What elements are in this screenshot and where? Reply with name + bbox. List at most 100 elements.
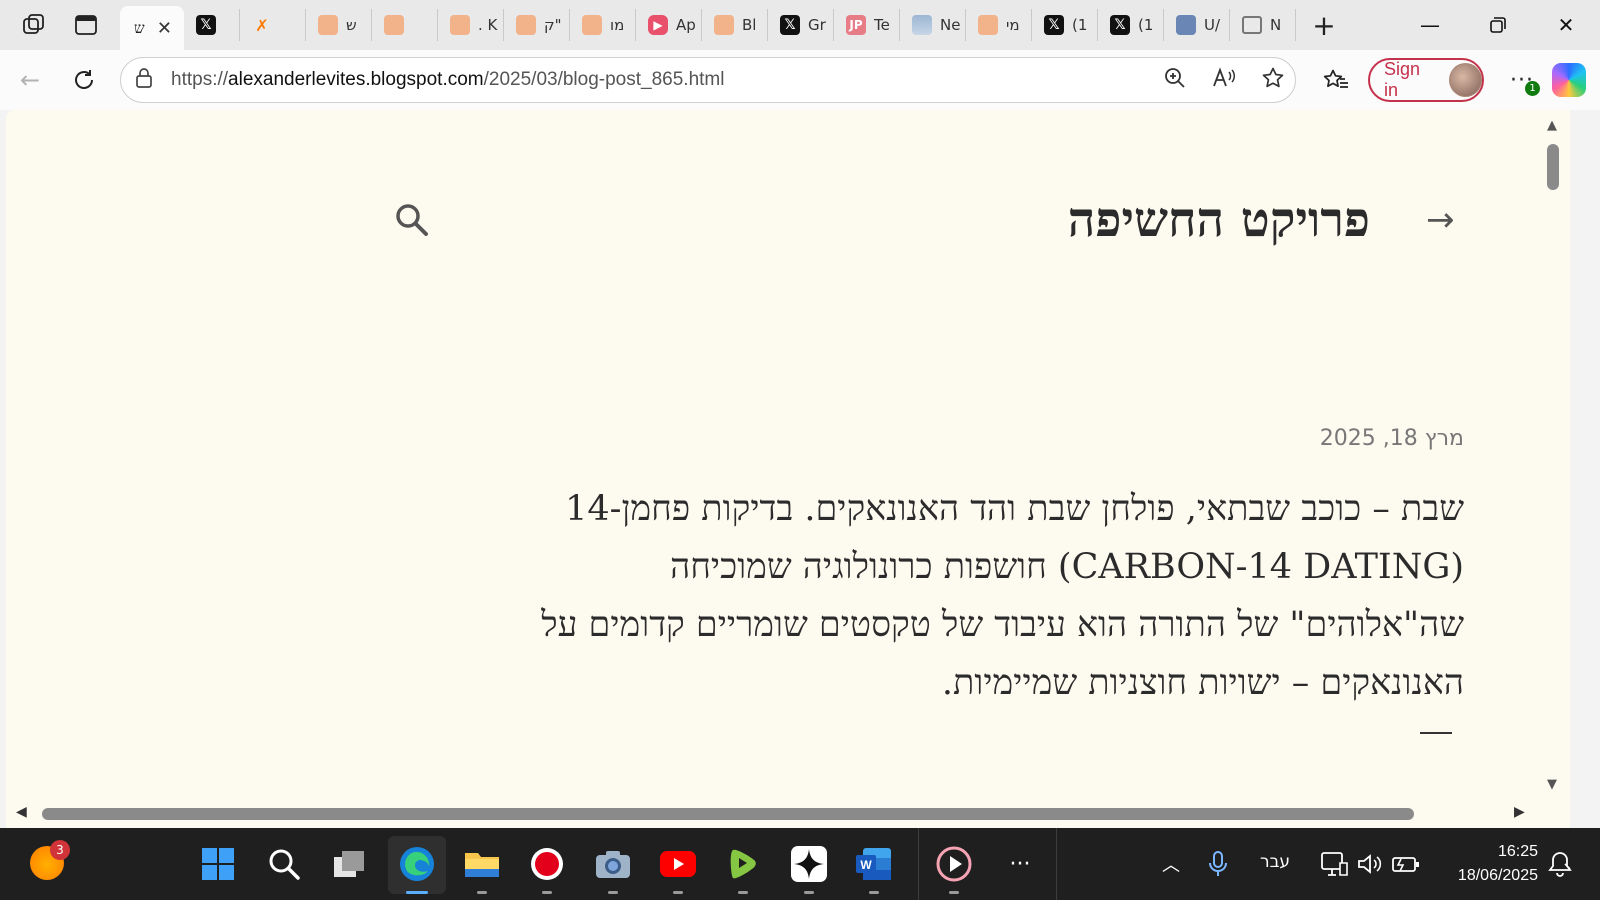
favorite-star-icon[interactable] [1261, 66, 1285, 95]
horizontal-scroll-thumb[interactable] [42, 808, 1414, 820]
sparkle-running-indicator [804, 891, 814, 894]
camera-icon [596, 851, 630, 878]
x-logo-icon: 𝕏 [196, 15, 216, 35]
browser-tab[interactable]: ▶ Ap [636, 9, 702, 41]
input-language[interactable]: עבר [1260, 852, 1290, 872]
taskbar-file-explorer[interactable] [462, 844, 502, 894]
browser-tab[interactable]: U/ [1164, 9, 1230, 41]
scroll-up-icon[interactable]: ▲ [1547, 118, 1557, 133]
taskbar-perplexity[interactable] [789, 844, 829, 894]
browser-tab[interactable] [372, 9, 438, 41]
close-window-button[interactable]: ✕ [1532, 0, 1600, 50]
page-viewport: → פרויקט החשיפה מרץ 18, 2025 שבת – כוכב … [6, 110, 1570, 828]
image-icon [912, 15, 932, 35]
site-info-icon[interactable] [135, 68, 157, 92]
tab-title: N [1270, 16, 1282, 34]
browser-tab[interactable]: ק" [504, 9, 570, 41]
back-button[interactable]: ← [10, 60, 50, 100]
show-hidden-icons-button[interactable]: ︿ [1151, 844, 1191, 884]
browser-tab[interactable]: ✗ [240, 9, 306, 41]
browser-tab[interactable]: 𝕏 [184, 9, 240, 41]
taskbar-media-player[interactable] [934, 844, 974, 894]
vertical-scroll-thumb[interactable] [1547, 144, 1559, 190]
vertical-scrollbar[interactable]: ▲ ▼ [1538, 110, 1570, 798]
youtube-icon: ▶ [648, 15, 668, 35]
start-button[interactable] [198, 844, 238, 884]
post-line-2: (CARBON-14 DATING) חושפות כרונולוגיה שמו… [670, 547, 1464, 587]
minimize-button[interactable]: — [1396, 0, 1464, 50]
new-tab-button[interactable]: + [1304, 5, 1344, 45]
reload-button[interactable] [64, 60, 104, 100]
horizontal-scrollbar[interactable]: ◀ ▶ [6, 798, 1570, 828]
microphone-icon [1209, 851, 1227, 876]
blogger-icon [318, 15, 338, 35]
tab-list: 𝕏 ✗ ש . K ק" מו ▶ Ap Bl 𝕏 Gr JP Te Ne מי 𝕏 (1 𝕏 (1 U/N [184, 0, 1296, 50]
scroll-left-icon[interactable]: ◀ [16, 804, 27, 820]
battery-button[interactable] [1386, 844, 1426, 884]
tab-title: Gr [808, 16, 826, 34]
favorites-button[interactable] [1316, 60, 1356, 100]
chevron-up-icon: ︿ [1162, 855, 1180, 876]
taskbar-separator-2 [1056, 828, 1057, 900]
browser-tab[interactable]: Ne [900, 9, 966, 41]
recorder-running-indicator [542, 891, 552, 894]
sparkle-app-icon [791, 846, 827, 882]
zoom-icon[interactable] [1163, 66, 1187, 95]
toolbar-right: Sign in ··· 1 [1316, 50, 1586, 110]
taskbar-camera[interactable] [593, 844, 633, 894]
address-bar[interactable]: https://alexanderlevites.blogspot.com/20… [120, 57, 1296, 103]
url-text[interactable]: https://alexanderlevites.blogspot.com/20… [171, 69, 724, 91]
url-scheme: https:// [171, 69, 229, 90]
more-icon: ··· [1009, 851, 1031, 877]
taskbar-rumble[interactable] [723, 844, 763, 894]
taskbar-youtube[interactable] [658, 844, 698, 894]
browser-tab[interactable]: JP Te [834, 9, 900, 41]
post-date: מרץ 18, 2025 [1319, 426, 1464, 451]
browser-tab[interactable]: N [1230, 9, 1296, 41]
scroll-right-icon[interactable]: ▶ [1514, 804, 1525, 820]
workspaces-button[interactable] [12, 5, 56, 45]
browser-tab[interactable]: . K [438, 9, 504, 41]
browser-tab[interactable]: ש [306, 9, 372, 41]
restore-button[interactable] [1464, 0, 1532, 50]
sign-in-button[interactable]: Sign in [1368, 58, 1484, 102]
minimize-icon: — [1420, 13, 1440, 37]
taskbar-overflow-button[interactable]: ··· [1000, 844, 1040, 884]
close-tab-icon[interactable]: ✕ [157, 18, 172, 39]
copilot-icon[interactable] [1552, 63, 1586, 97]
back-to-home-arrow-icon[interactable]: → [1426, 200, 1455, 240]
rumble-icon [730, 849, 756, 879]
browser-tab[interactable]: מו [570, 9, 636, 41]
tab-title: מי [1006, 16, 1020, 34]
active-tab[interactable]: ש ✕ [120, 6, 184, 50]
notifications-button[interactable] [1540, 844, 1580, 884]
taskbar-word[interactable]: W [854, 844, 894, 894]
microphone-button[interactable] [1198, 844, 1238, 884]
browser-tab[interactable]: Bl [702, 9, 768, 41]
vertical-tabs-button[interactable] [64, 5, 108, 45]
taskbar-edge[interactable] [397, 844, 437, 894]
browser-tab[interactable]: 𝕏 Gr [768, 9, 834, 41]
read-aloud-icon[interactable] [1211, 66, 1237, 95]
network-button[interactable] [1314, 844, 1354, 884]
plus-icon: + [1312, 8, 1336, 42]
system-clock[interactable]: 16:25 18/06/2025 [1442, 840, 1538, 888]
taskbar-search-button[interactable] [264, 844, 304, 884]
camera-running-indicator [608, 891, 618, 894]
volume-button[interactable] [1350, 844, 1390, 884]
post-line-1: שבת – כוכב שבתאי, פולחן שבת והד האנונאקי… [565, 489, 1464, 529]
settings-more-button[interactable]: ··· 1 [1502, 60, 1542, 100]
taskbar-recorder[interactable] [527, 844, 567, 894]
blogger-icon [582, 15, 602, 35]
browser-tab[interactable]: 𝕏 (1 [1032, 9, 1098, 41]
browser-tab[interactable]: מי [966, 9, 1032, 41]
clock-date: 18/06/2025 [1457, 867, 1538, 884]
task-view-button[interactable] [330, 844, 370, 884]
taskbar-separator [918, 828, 919, 900]
tab-title: (1 [1138, 16, 1154, 34]
scroll-down-icon[interactable]: ▼ [1547, 777, 1557, 792]
search-button[interactable] [392, 200, 432, 240]
browser-tab[interactable]: 𝕏 (1 [1098, 9, 1164, 41]
play-circle-icon [936, 846, 972, 882]
favorites-icon [1323, 69, 1348, 88]
